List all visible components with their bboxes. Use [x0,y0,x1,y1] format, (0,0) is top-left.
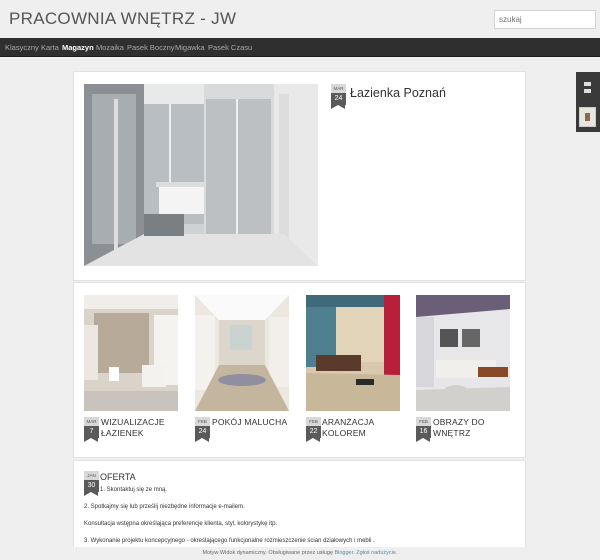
featured-post-title[interactable]: Łazienka Poznań [350,86,446,100]
nav-item-mozaika[interactable]: Mozaika [96,43,124,52]
post-title[interactable]: OBRAZY DO WNĘTRZ [433,417,485,439]
nav-item-karta[interactable]: Karta [41,43,59,52]
nav-item-magazyn[interactable]: Magazyn [62,43,94,52]
nav-item-pasek-czasu[interactable]: Pasek Czasu [208,43,252,52]
profile-thumbnail[interactable] [579,107,596,127]
oferta-line: Konsultacja wstępna określająca preferen… [84,521,278,527]
post-image[interactable] [195,295,289,411]
post-date-badge: MAR 7 [84,417,99,442]
date-month: MAR [331,84,346,93]
date-day: 24 [334,95,343,102]
report-abuse-link[interactable]: Zgłoś nadużycie. [356,550,397,556]
post-image[interactable] [416,295,510,411]
blogger-link[interactable]: Blogger. [334,550,354,556]
oferta-line: 1. Skontaktuj się ze mną. [100,487,168,493]
search-input[interactable] [494,10,596,29]
nav-item-migawka[interactable]: Migawka [175,43,205,52]
post-date-badge: FEB 16 [416,417,431,442]
featured-post-image[interactable] [84,84,318,266]
post-date-badge: FEB 22 [306,417,321,442]
footer: Motyw Widok dynamiczny. Obsługiwane prze… [0,547,600,560]
avatar-icon [580,108,595,126]
side-widget [576,72,600,132]
share-button[interactable] [579,78,596,98]
post-title[interactable]: POKÓJ MALUCHA [212,417,287,428]
post-date-badge: FEB 24 [195,417,210,442]
oferta-post-card[interactable] [73,460,526,560]
share-icon [584,82,591,93]
featured-date-badge: MAR 24 [331,84,346,109]
footer-text: Motyw Widok dynamiczny. Obsługiwane prze… [202,550,333,556]
blog-title[interactable]: PRACOWNIA WNĘTRZ - JW [9,9,236,29]
blog-header: PRACOWNIA WNĘTRZ - JW [0,0,600,38]
post-image[interactable] [84,295,178,411]
oferta-line: 3. Wykonanie projektu koncepcyjnego - ok… [84,538,375,544]
nav-item-pasek-boczny[interactable]: Pasek Boczny [127,43,175,52]
oferta-title[interactable]: OFERTA [100,472,136,482]
nav-item-klasyczny[interactable]: Klasyczny [5,43,39,52]
post-title[interactable]: ARANŻACJA KOLOREM [322,417,374,439]
oferta-date-badge: JAN 30 [84,471,99,496]
post-image[interactable] [306,295,400,411]
view-navbar: Klasyczny Karta Magazyn Mozaika Pasek Bo… [0,38,600,57]
post-title[interactable]: WIZUALIZACJE ŁAZIENEK [101,417,165,439]
oferta-line: 2. Spotkajmy się lub prześlij niezbędne … [84,504,245,510]
